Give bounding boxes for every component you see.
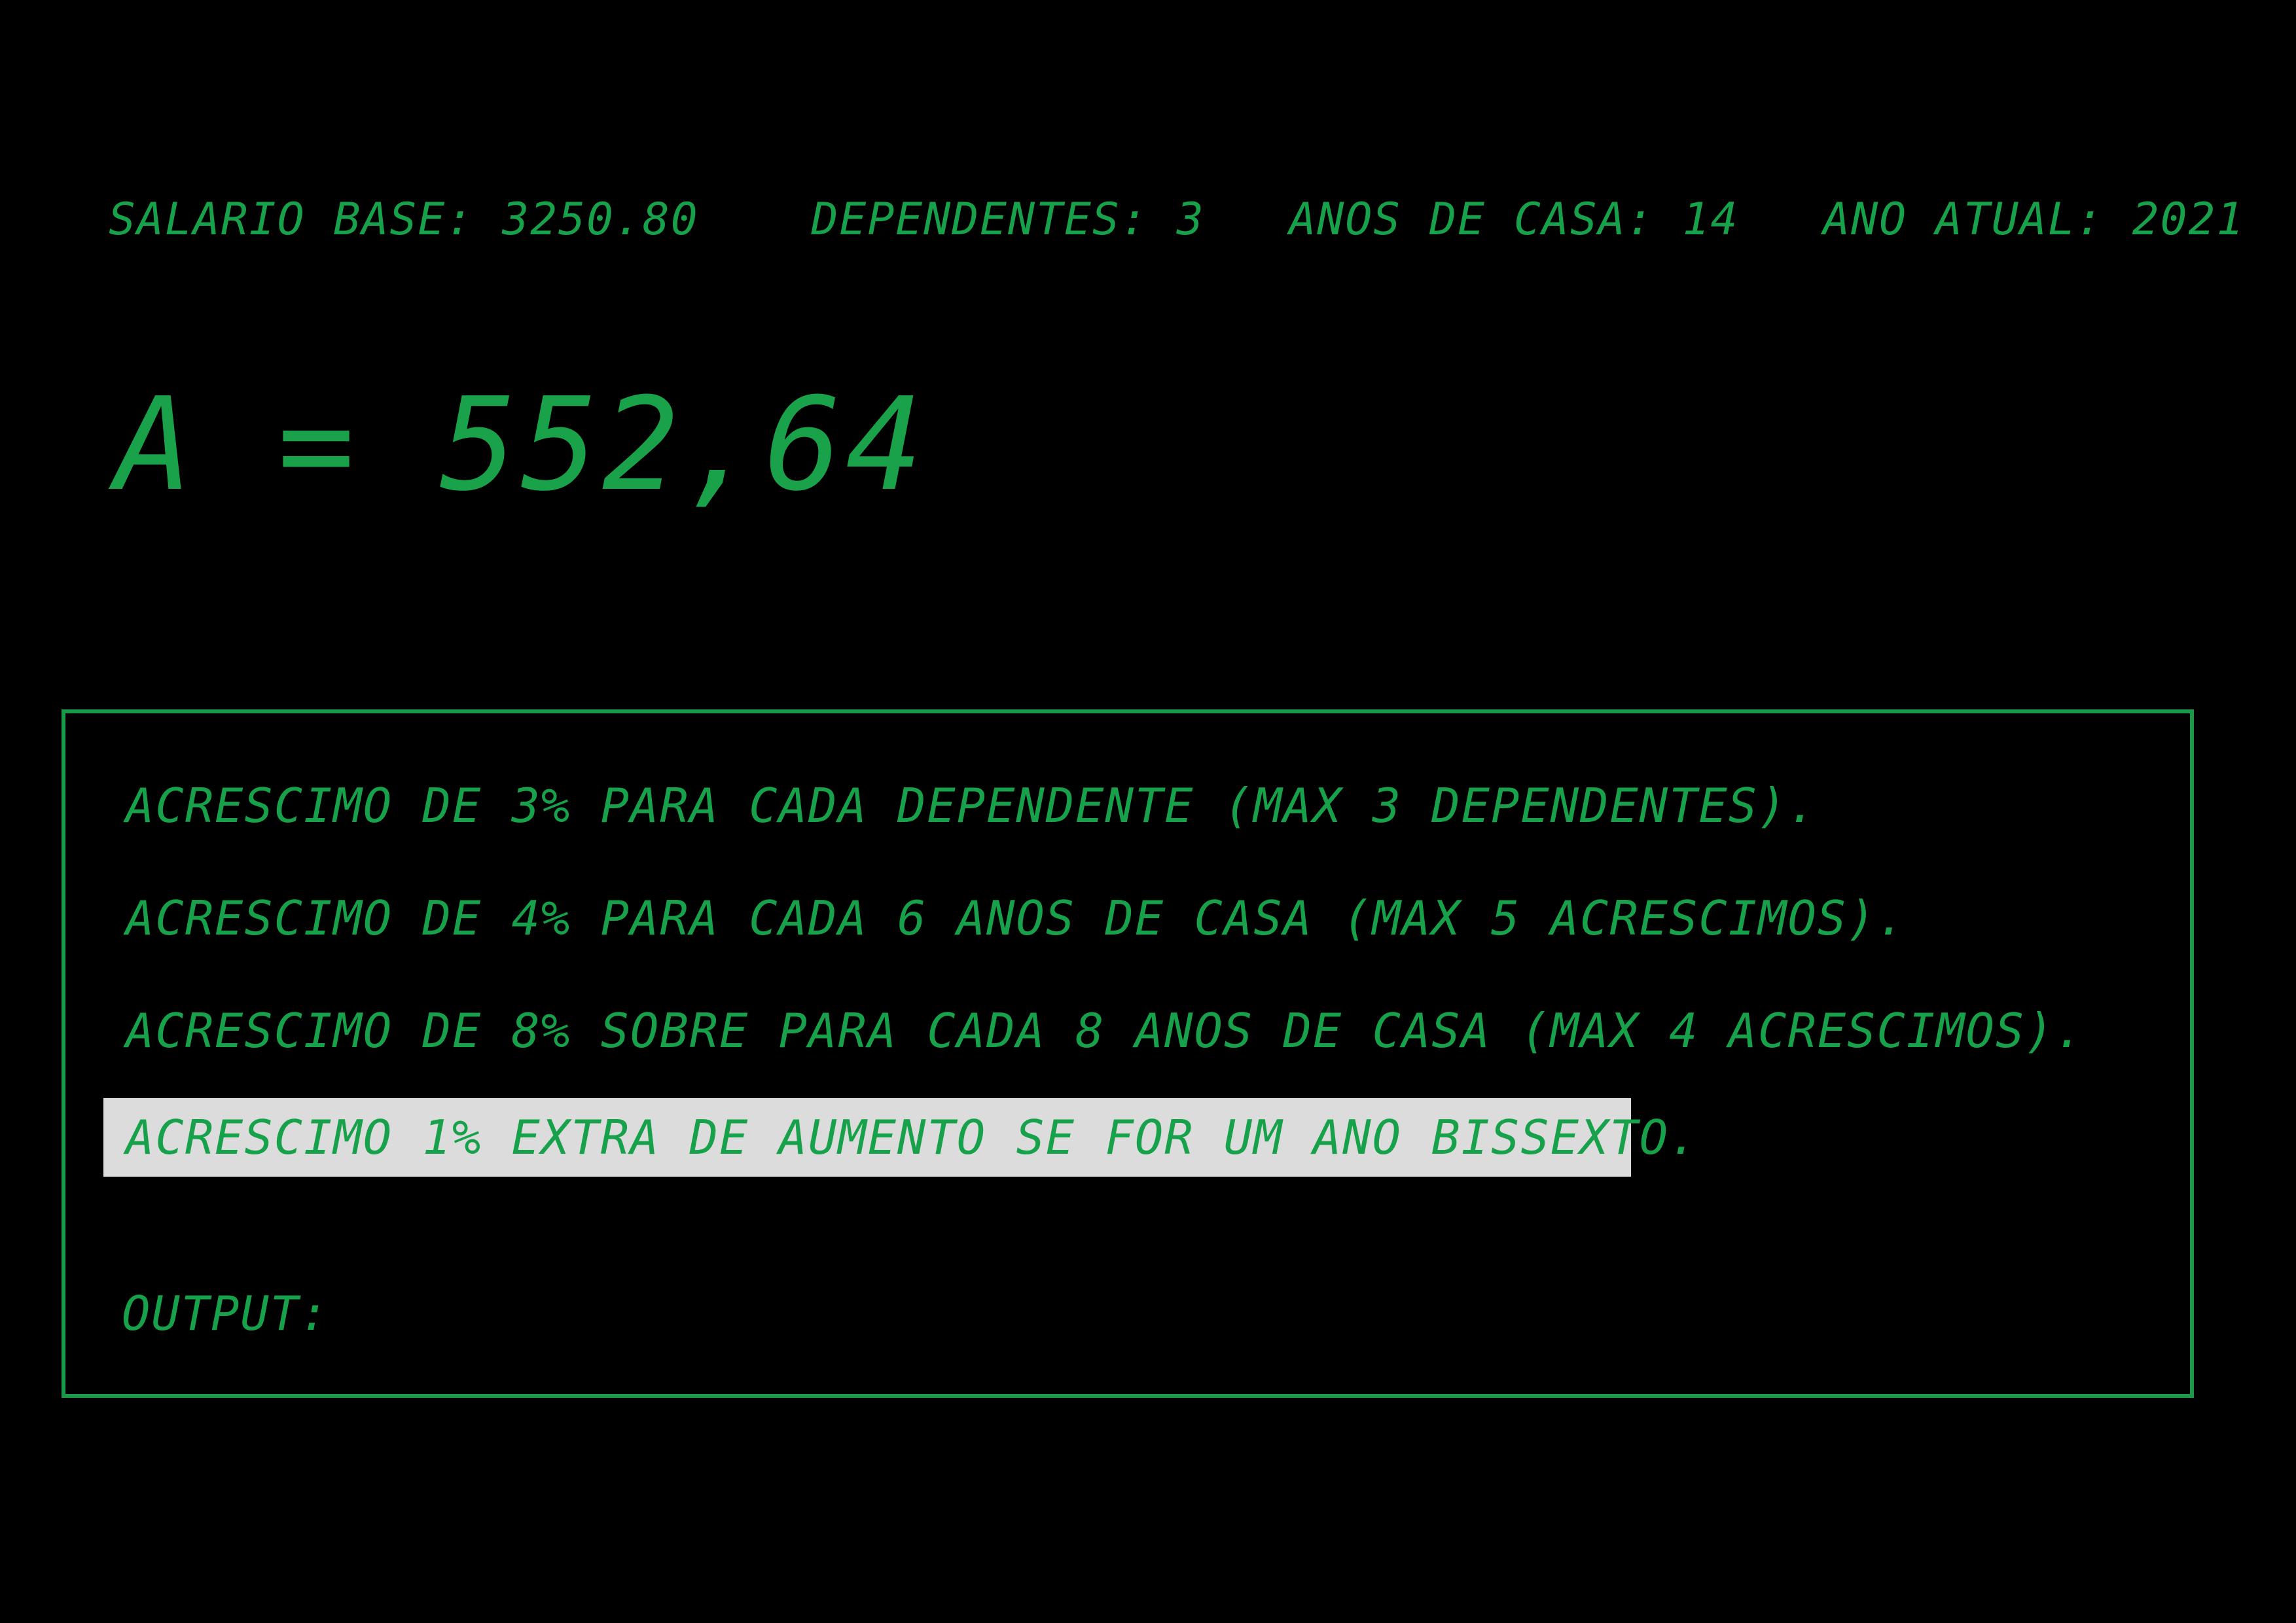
output-label: OUTPUT:	[122, 1286, 330, 1341]
rule-six-years: ACRESCIMO DE 4% PARA CADA 6 ANOS DE CASA…	[126, 891, 1907, 946]
rule-leap-year-highlighted[interactable]: ACRESCIMO 1% EXTRA DE AUMENTO SE FOR UM …	[103, 1098, 1697, 1177]
rule-eight-years: ACRESCIMO DE 8% SOBRE PARA CADA 8 ANOS D…	[126, 1003, 2085, 1058]
result-value: A = 552,64	[115, 370, 927, 520]
parameters-line: SALARIO BASE: 3250.80 DEPENDENTES: 3 ANO…	[109, 194, 2245, 245]
rule-dependents: ACRESCIMO DE 3% PARA CADA DEPENDENTE (MA…	[126, 778, 1818, 833]
rules-panel: ACRESCIMO DE 3% PARA CADA DEPENDENTE (MA…	[62, 709, 2194, 1398]
